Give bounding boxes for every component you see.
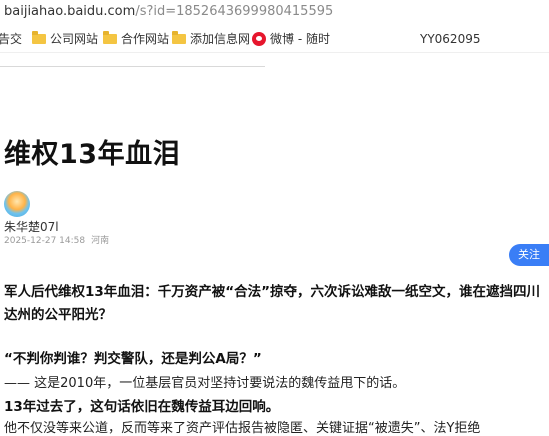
bookmark-item-0[interactable]: 告交 bbox=[0, 26, 22, 52]
bookmark-label: 添加信息网 bbox=[190, 32, 251, 46]
bookmarks-bar: 告交 公司网站 合作网站 添加信息网 微博 - 随时 YY062095 bbox=[0, 26, 549, 53]
folder-icon bbox=[172, 31, 186, 44]
article-meta: 2025-12-27 14:58 河南 bbox=[4, 233, 109, 246]
weibo-icon bbox=[252, 32, 266, 46]
bookmark-item-2[interactable]: 合作网站 bbox=[103, 26, 169, 52]
divider bbox=[0, 66, 265, 67]
folder-icon bbox=[32, 31, 46, 44]
follow-button[interactable]: 关注 bbox=[509, 244, 549, 266]
article-paragraph: —— 这是2010年，一位基层官员对坚持讨要说法的魏传益甩下的话。 bbox=[4, 376, 406, 391]
bookmark-item-1[interactable]: 公司网站 bbox=[32, 26, 98, 52]
article-quote: “不判你判谁？判交警队，还是判公A局？” bbox=[4, 351, 262, 367]
avatar[interactable] bbox=[4, 191, 30, 217]
publish-date: 2025-12-27 14:58 bbox=[4, 236, 86, 246]
bookmark-label: 告交 bbox=[0, 32, 23, 46]
url-path: /s?id=1852643699980415595 bbox=[135, 4, 334, 19]
bookmark-item-3[interactable]: 添加信息网 bbox=[172, 26, 250, 52]
article-lead: 军人后代维权13年血泪：千万资产被“合法”掠夺，六次诉讼难敌一纸空文，谁在遮挡四… bbox=[4, 284, 541, 323]
page-title: 维权13年血泪 bbox=[4, 139, 181, 170]
bookmark-label: 合作网站 bbox=[121, 32, 170, 46]
folder-icon bbox=[103, 31, 117, 44]
bookmark-item-4[interactable]: 微博 - 随时 bbox=[252, 26, 330, 52]
url-host: baijiahao.baidu.com bbox=[4, 4, 136, 19]
bookmark-label: 公司网站 bbox=[50, 32, 99, 46]
bookmark-label: YY062095 bbox=[420, 32, 481, 46]
publish-location: 河南 bbox=[91, 236, 110, 246]
article-paragraph: 13年过去了，这句话依旧在魏传益耳边回响。 bbox=[4, 399, 280, 415]
bookmark-label: 微博 - 随时 bbox=[270, 32, 330, 46]
address-bar[interactable]: baijiahao.baidu.com/s?id=185264369998041… bbox=[0, 0, 549, 24]
bookmark-item-5[interactable]: YY062095 bbox=[420, 26, 480, 52]
article-paragraph: 他不仅没等来公道，反而等来了资产评估报告被隐匿、关键证据“被遗失”、法Y拒绝 bbox=[4, 421, 481, 436]
